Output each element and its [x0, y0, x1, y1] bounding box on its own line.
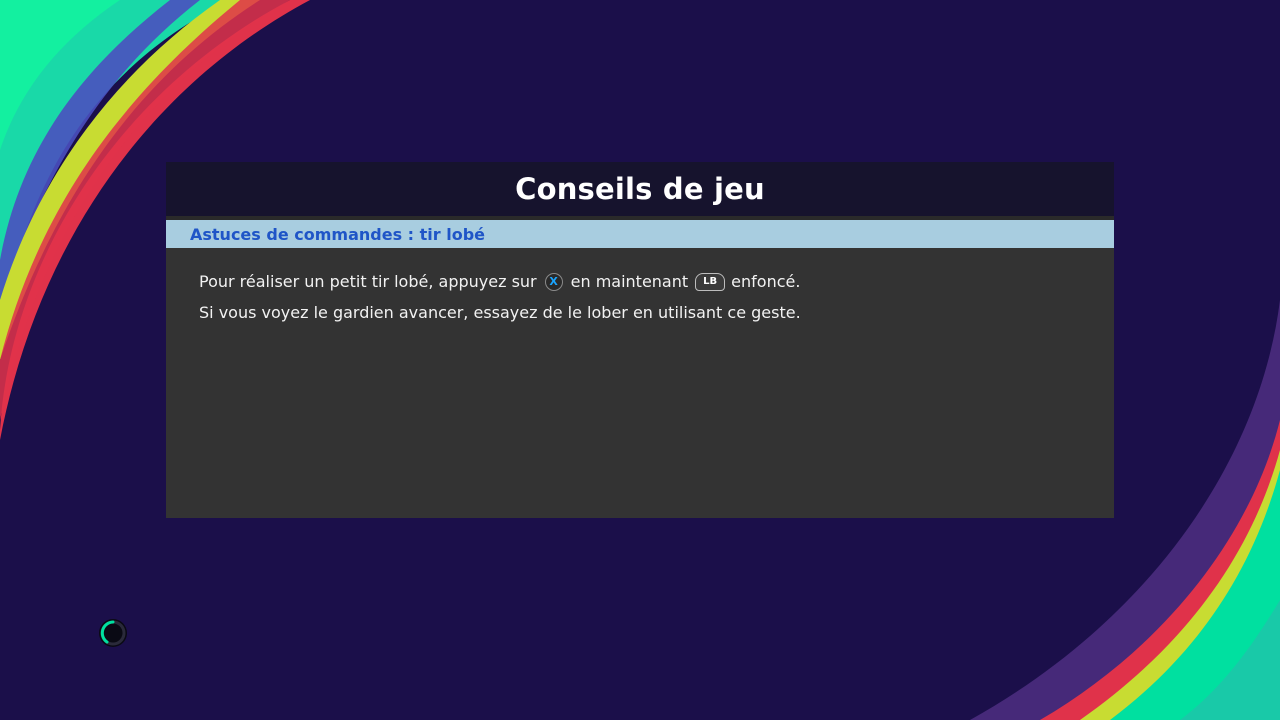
loading-spinner-icon: [99, 619, 127, 647]
tip-body: Pour réaliser un petit tir lobé, appuyez…: [166, 248, 1114, 328]
tip-category-bar: Astuces de commandes : tir lobé: [166, 220, 1114, 248]
tip-category: Astuces de commandes : tir lobé: [190, 224, 485, 244]
panel-header: Conseils de jeu: [166, 162, 1114, 220]
x-button-icon: X: [544, 272, 563, 291]
game-tips-panel: Conseils de jeu Astuces de commandes : t…: [166, 162, 1114, 518]
tip-text-part2: en maintenant: [570, 272, 689, 291]
tip-line-1: Pour réaliser un petit tir lobé, appuyez…: [199, 266, 1114, 297]
tip-text-part3: enfoncé.: [731, 272, 801, 291]
tip-text-part1: Pour réaliser un petit tir lobé, appuyez…: [199, 272, 537, 291]
lb-button-icon: LB: [695, 272, 726, 291]
tip-line-2: Si vous voyez le gardien avancer, essaye…: [199, 297, 1114, 328]
tip-text-line2: Si vous voyez le gardien avancer, essaye…: [199, 303, 801, 322]
page-title: Conseils de jeu: [515, 172, 765, 206]
